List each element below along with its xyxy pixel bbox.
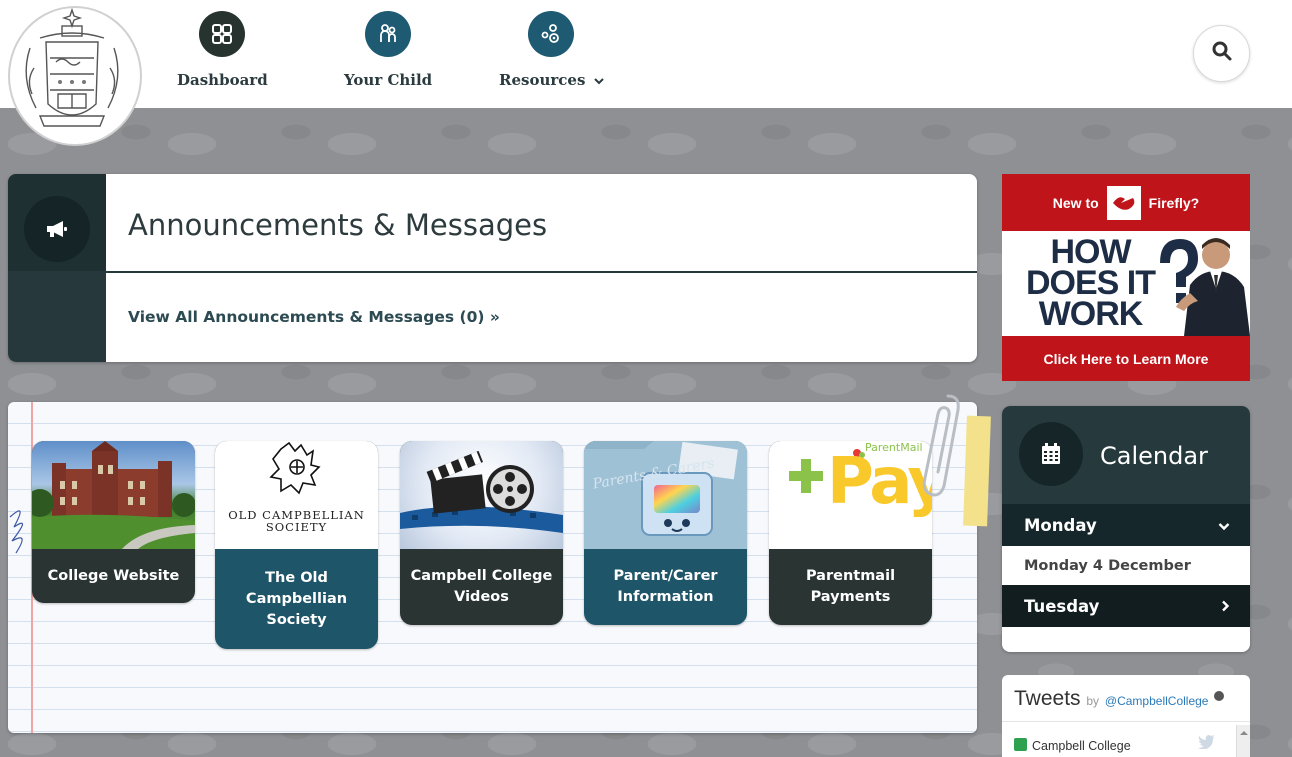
chevron-down-icon [1218,516,1230,535]
view-all-announcements-link[interactable]: View All Announcements & Messages (0) » [128,308,500,326]
chevron-down-icon [593,71,604,89]
calendar-panel: Calendar Monday Monday 4 December Tuesda… [1002,406,1250,652]
nav-resources-label: Resources [499,71,604,89]
megaphone-icon [24,196,90,262]
tile-parentmail-label: Parentmail Payments [805,568,896,605]
parents-folder-image: Parents & Carers [584,441,747,549]
tweet-author-name[interactable]: Campbell College [1032,739,1131,753]
chevron-right-icon [1221,597,1230,616]
tile-parent-carer-label: Parent/Carer Information [613,568,718,605]
twitter-bird-icon [1198,735,1216,754]
resources-icon [528,11,575,57]
search-icon [1212,41,1232,66]
announcements-panel: Announcements & Messages View All Announ… [8,174,977,362]
tweets-panel: Tweets by @CampbellCollege Campbell Coll… [1002,675,1250,757]
firefly-logo-icon [1106,185,1141,220]
calendar-day-tuesday[interactable]: Tuesday [1002,585,1250,627]
tile-college-website-label: College Website [47,567,180,584]
school-crest-logo[interactable] [8,6,142,146]
tile-parentmail-payments[interactable]: ParentMail Pay Parentmail Payments [769,441,932,625]
nav-resources[interactable]: Resources [499,11,604,89]
tile-parent-carer-information[interactable]: Parents & Carers Parent/Carer Informatio… [584,441,747,625]
tile-college-videos[interactable]: Campbell College Videos [400,441,563,625]
calendar-day-monday[interactable]: Monday [1002,504,1250,546]
child-icon [365,11,412,57]
info-icon[interactable] [1214,691,1225,701]
parentmail-pay-logo: ParentMail Pay [769,441,932,549]
calendar-title: Calendar [1100,442,1208,470]
search-button[interactable] [1193,25,1250,82]
tweets-title: Tweets by @CampbellCollege [1014,687,1225,711]
firefly-new-to-text: New to [1052,194,1099,211]
paperclip-icon [922,394,960,497]
film-reel-image [400,441,563,549]
firefly-banner[interactable]: New to Firefly? HOW DOES IT WORK Click H… [1002,174,1250,381]
grid-icon [199,11,246,57]
calendar-icon [1019,422,1083,486]
firefly-how-it-works: HOW DOES IT WORK [1002,231,1250,336]
announcements-title: Announcements & Messages [128,208,548,242]
quick-links-notebook: College Website OLD CAMPBELLIAN SOCIETY … [8,402,977,733]
announcements-divider [106,271,977,273]
nav-resources-text: Resources [499,71,586,89]
nav-dashboard-label: Dashboard [177,71,268,89]
old-campbellian-logo: OLD CAMPBELLIAN SOCIETY [215,441,378,549]
firefly-headline-3: WORK [1038,295,1144,333]
calendar-day-monday-label: Monday [1024,515,1097,535]
tile-college-website[interactable]: College Website [32,441,195,603]
tweets-handle-link[interactable]: @CampbellCollege [1105,694,1209,708]
tweets-divider [1002,721,1250,722]
campbell-avatar-icon [1014,738,1027,751]
nav-dashboard[interactable]: Dashboard [177,11,268,89]
firefly-question-text: Firefly? [1148,194,1200,211]
businessman-image [1160,238,1250,336]
firefly-banner-top: New to Firefly? [1002,174,1250,231]
pay-logo-text: Pay [827,445,932,519]
calendar-header: Calendar [1002,406,1250,504]
crest-icon [25,8,119,127]
tile-old-campbellian-society[interactable]: OLD CAMPBELLIAN SOCIETY The Old Campbell… [215,441,378,649]
top-header: Dashboard Your Child Resources [0,0,1292,108]
college-building-image [32,441,195,549]
tile-college-videos-label: Campbell College Videos [410,568,553,605]
calendar-day-tuesday-label: Tuesday [1024,596,1100,616]
nav-your-child[interactable]: Your Child [344,11,432,89]
calendar-date-monday: Monday 4 December [1002,546,1250,585]
tile-old-campbellian-label: The Old Campbellian Society [245,569,348,628]
firefly-cta: Click Here to Learn More [1002,336,1250,381]
tweets-scrollbar[interactable] [1236,725,1250,757]
firefly-headline: HOW DOES IT WORK [1026,235,1156,333]
nav-your-child-label: Your Child [344,71,433,89]
tweets-heading: Tweets [1014,687,1081,710]
old-campbellian-logo-text: OLD CAMPBELLIAN SOCIETY [228,508,365,534]
tweets-by-text: by [1086,694,1100,708]
